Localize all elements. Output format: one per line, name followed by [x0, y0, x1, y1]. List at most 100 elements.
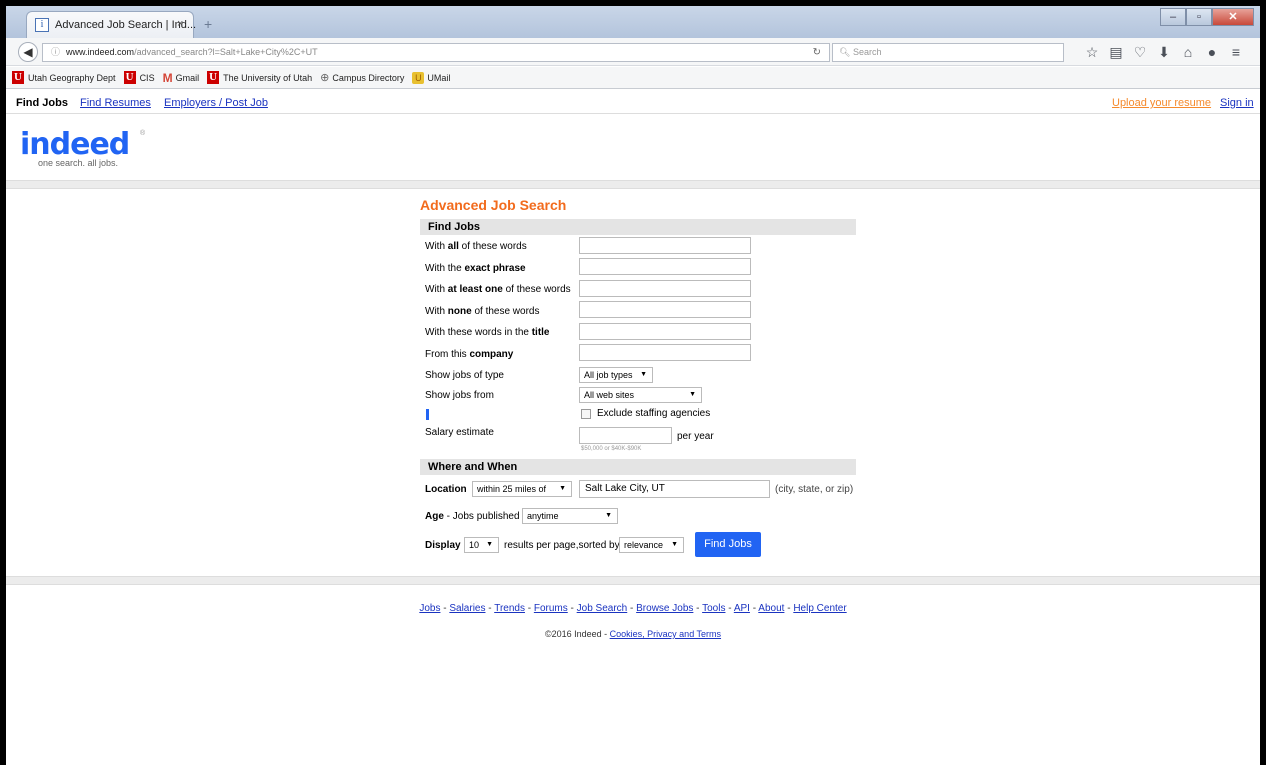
- all-words-input[interactable]: [579, 237, 751, 254]
- radius-select[interactable]: within 25 miles of ▼: [472, 481, 572, 497]
- company-input[interactable]: [579, 344, 751, 361]
- footer-separator: -: [524, 603, 534, 614]
- home-icon[interactable]: ⌂: [1176, 44, 1200, 60]
- bookmark-cis[interactable]: U CIS: [123, 71, 155, 84]
- download-icon[interactable]: ⬇: [1152, 44, 1176, 60]
- footer-link-jobs[interactable]: Jobs: [419, 603, 440, 614]
- gmail-icon: M: [162, 70, 173, 85]
- tab-close-icon[interactable]: ×: [177, 18, 183, 30]
- logo-wordmark: indeed: [20, 127, 130, 162]
- indeed-logo[interactable]: indeed ® one search. all jobs.: [20, 127, 145, 169]
- footer-link-forums[interactable]: Forums: [534, 603, 568, 614]
- globe-icon: ⊕: [320, 72, 330, 84]
- search-icon: 🔍︎: [839, 47, 851, 57]
- close-window-icon[interactable]: ✕: [1212, 8, 1254, 26]
- back-arrow-icon[interactable]: ◀: [18, 42, 38, 62]
- bookmark-label: UMail: [427, 72, 451, 83]
- label-display: Display: [425, 540, 461, 551]
- chat-icon[interactable]: ●: [1200, 44, 1224, 60]
- title-words-input[interactable]: [579, 323, 751, 340]
- footer-separator: -: [485, 603, 495, 614]
- bookmark-star-icon[interactable]: ☆: [1080, 44, 1104, 60]
- location-input[interactable]: Salt Lake City, UT: [579, 480, 770, 498]
- nav-find-resumes[interactable]: Find Resumes: [80, 97, 151, 109]
- nav-find-jobs[interactable]: Find Jobs: [16, 97, 68, 109]
- tab-title: Advanced Job Search | Ind...: [55, 19, 197, 31]
- footer-link-api[interactable]: API: [734, 603, 750, 614]
- location-hint: (city, state, or zip): [775, 484, 854, 495]
- nav-employers[interactable]: Employers / Post Job: [164, 97, 268, 109]
- bookmark-label: Gmail: [175, 72, 200, 83]
- bookmark-label: Utah Geography Dept: [28, 72, 116, 83]
- minimize-icon[interactable]: –: [1160, 8, 1186, 26]
- results-per-page-text: results per page,sorted by: [504, 540, 620, 551]
- section-where-when: Where and When: [420, 459, 856, 475]
- footer-separator: -: [784, 603, 794, 614]
- dropdown-arrow-icon: ▼: [640, 371, 647, 378]
- label-job-type: Show jobs of type: [425, 370, 504, 381]
- label-jobs-from: Show jobs from: [425, 390, 494, 401]
- footer-links: Jobs - Salaries - Trends - Forums - Job …: [6, 603, 1260, 614]
- salary-input[interactable]: [579, 427, 672, 444]
- cookies-privacy-link[interactable]: Cookies, Privacy and Terms: [610, 629, 721, 639]
- maximize-icon[interactable]: ▫: [1186, 8, 1212, 26]
- navigation-bar: ◀ ⓘ www.indeed.com/advanced_search?l=Salt…: [6, 38, 1260, 66]
- bookmark-utah-geography[interactable]: U Utah Geography Dept: [12, 71, 116, 84]
- job-type-select[interactable]: All job types ▼: [579, 367, 653, 383]
- text-cursor-marker: [426, 409, 429, 420]
- label-company: From this company: [425, 349, 514, 360]
- footer-link-job-search[interactable]: Job Search: [577, 603, 628, 614]
- footer-link-tools[interactable]: Tools: [702, 603, 725, 614]
- exclude-staffing-checkbox[interactable]: [581, 409, 591, 419]
- label-location: Location: [425, 484, 467, 495]
- footer-link-help-center[interactable]: Help Center: [793, 603, 846, 614]
- footer-link-about[interactable]: About: [758, 603, 784, 614]
- pocket-icon[interactable]: ♡: [1128, 44, 1152, 60]
- bookmarks-list-icon[interactable]: ▤: [1104, 44, 1128, 60]
- window-controls: – ▫ ✕: [1160, 8, 1254, 28]
- display-count-select[interactable]: 10 ▼: [464, 537, 499, 553]
- logo-tagline: one search. all jobs.: [38, 158, 119, 168]
- label-at-least-one: With at least one of these words: [425, 284, 571, 295]
- sign-in-link[interactable]: Sign in: [1220, 97, 1254, 109]
- bookmark-umail[interactable]: U UMail: [412, 71, 451, 84]
- label-exact-phrase: With the exact phrase: [425, 263, 526, 274]
- bookmark-label: The University of Utah: [223, 72, 313, 83]
- site-nav: Find Jobs Find Resumes Employers / Post …: [6, 90, 1260, 114]
- sort-select[interactable]: relevance ▼: [619, 537, 684, 553]
- at-least-one-input[interactable]: [579, 280, 751, 297]
- per-year-label: per year: [677, 431, 714, 442]
- label-none-words: With none of these words: [425, 306, 540, 317]
- info-icon[interactable]: ⓘ: [51, 47, 60, 57]
- none-words-input[interactable]: [579, 301, 751, 318]
- find-jobs-button[interactable]: Find Jobs: [695, 532, 761, 557]
- footer-link-browse-jobs[interactable]: Browse Jobs: [636, 603, 693, 614]
- browser-search-input[interactable]: 🔍︎ Search: [832, 43, 1064, 62]
- footer-separator: -: [627, 603, 637, 614]
- footer-link-salaries[interactable]: Salaries: [449, 603, 485, 614]
- bookmark-campus-directory[interactable]: ⊕ Campus Directory: [320, 71, 404, 84]
- url-bar[interactable]: ⓘ www.indeed.com/advanced_search?l=Salt+L…: [42, 43, 830, 62]
- dropdown-arrow-icon: ▼: [486, 541, 493, 548]
- age-select[interactable]: anytime ▼: [522, 508, 618, 524]
- exclude-staffing-label[interactable]: Exclude staffing agencies: [597, 408, 710, 419]
- dropdown-arrow-icon: ▼: [671, 541, 678, 548]
- reload-icon[interactable]: ↻: [813, 44, 821, 61]
- bookmark-gmail[interactable]: M Gmail: [163, 71, 200, 85]
- label-salary: Salary estimate: [425, 427, 494, 438]
- bookmark-university-of-utah[interactable]: U The University of Utah: [207, 71, 312, 84]
- browser-tab[interactable]: i Advanced Job Search | Ind... ×: [26, 11, 197, 38]
- menu-icon[interactable]: ≡: [1224, 44, 1248, 60]
- title-bar: i Advanced Job Search | Ind... × + – ▫ ✕: [6, 6, 1260, 38]
- u-icon: U: [207, 71, 220, 84]
- exact-phrase-input[interactable]: [579, 258, 751, 275]
- jobs-from-select[interactable]: All web sites ▼: [579, 387, 702, 403]
- bookmarks-bar: U Utah Geography Dept U CIS M Gmail U The Un…: [6, 67, 1260, 89]
- footer-link-trends[interactable]: Trends: [494, 603, 525, 614]
- label-title-words: With these words in the title: [425, 327, 550, 338]
- new-tab-icon[interactable]: +: [204, 16, 212, 32]
- upload-resume-link[interactable]: Upload your resume: [1112, 97, 1211, 109]
- footer-separator: -: [440, 603, 450, 614]
- dropdown-arrow-icon: ▼: [559, 485, 566, 492]
- url-host: www.indeed.com: [66, 47, 135, 57]
